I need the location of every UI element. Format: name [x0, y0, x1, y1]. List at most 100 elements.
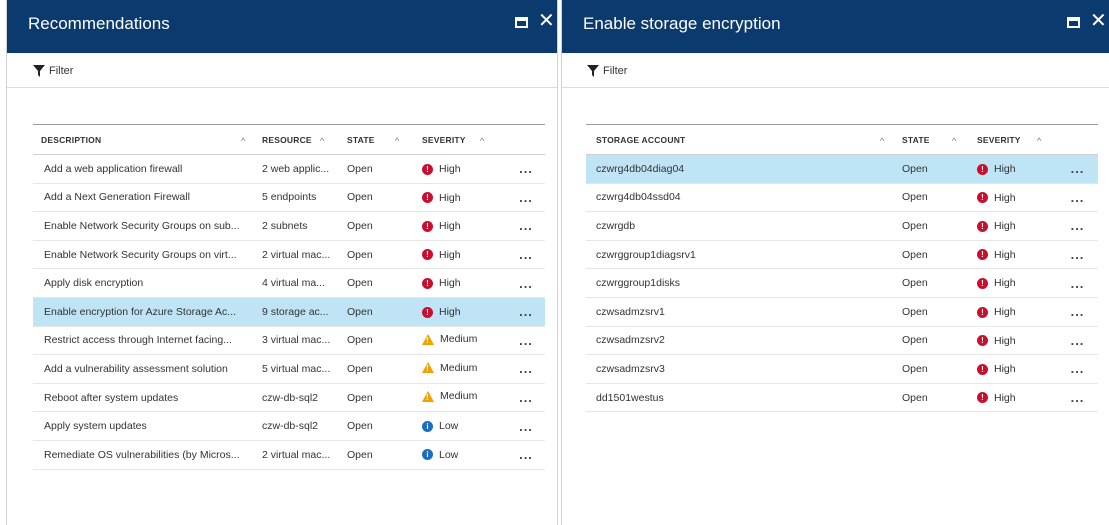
table-row[interactable]: Add a vulnerability assessment solution 5… [33, 355, 545, 384]
recommendations-table: DESCRIPTION ^ RESOURCE ^ STATE ^ SEVERITY ^ … [33, 124, 545, 470]
table-row[interactable]: czwrggroup1disks Open ! High... [586, 269, 1098, 298]
state-cell: Open [902, 277, 928, 290]
sort-icon[interactable]: ^ [241, 136, 245, 146]
more-options-button[interactable]: ... [1057, 297, 1098, 326]
severity-cell: ! High [977, 240, 1057, 269]
sort-icon[interactable]: ^ [480, 136, 484, 146]
account-cell: dd1501westus [596, 391, 664, 404]
severity-cell: Medium [422, 383, 507, 412]
filter-button[interactable]: Filter [33, 62, 73, 80]
account-cell: czwsadmzsrv1 [596, 305, 665, 318]
account-cell: czwsadmzsrv3 [596, 362, 665, 375]
severity-cell: ! High [977, 269, 1057, 298]
table-row[interactable]: czwsadmzsrv2 Open! High... [586, 326, 1098, 355]
more-options-button[interactable]: ... [1057, 326, 1098, 355]
filter-button[interactable]: Filter [587, 62, 627, 80]
table-row[interactable]: Reboot after system updates czw-db-sql2 Op… [33, 383, 545, 412]
description-cell: Reboot after system updates [44, 391, 179, 404]
severity-low-icon: i [422, 449, 433, 461]
severity-cell: ! High [977, 383, 1057, 412]
severity-label: High [994, 363, 1016, 376]
maximize-icon[interactable] [1067, 17, 1080, 28]
more-options-button[interactable]: ... [1057, 183, 1098, 212]
maximize-icon[interactable] [515, 17, 528, 28]
state-cell: Open [347, 162, 373, 175]
table-row[interactable]: czwsadmzsrv3 Open! High... [586, 355, 1098, 384]
table-row[interactable]: czwrg4db04ssd04 Open! High... [586, 183, 1098, 212]
column-header-storage-account[interactable]: STORAGE ACCOUNT ^ [586, 125, 902, 155]
sort-icon[interactable]: ^ [320, 136, 324, 146]
column-header-state[interactable]: STATE ^ [902, 125, 977, 155]
table-row[interactable]: Enable encryption for Azure Storage Ac..… [33, 297, 545, 327]
more-options-button[interactable]: ... [1057, 155, 1098, 184]
description-cell: Apply disk encryption [44, 277, 144, 290]
sort-icon[interactable]: ^ [395, 136, 399, 146]
more-options-button[interactable]: ... [507, 383, 545, 412]
state-cell: Open [347, 334, 373, 347]
more-options-button[interactable]: ... [1057, 383, 1098, 412]
severity-high-icon: ! [422, 306, 433, 318]
more-options-button[interactable]: ... [507, 297, 545, 326]
close-icon[interactable]: ✕ [538, 11, 555, 31]
table-row[interactable]: Enable Network Security Groups on virt..… [33, 240, 545, 269]
state-cell: Open [902, 391, 928, 404]
more-options-button[interactable]: ... [507, 355, 545, 384]
close-icon[interactable]: ✕ [1090, 11, 1107, 31]
severity-cell: ! High [422, 155, 507, 184]
table-row[interactable]: Add a web application firewall 2 web appl… [33, 155, 545, 184]
table-row[interactable]: Remediate OS vulnerabilities (by Micros.… [33, 440, 545, 470]
more-options-button[interactable]: ... [507, 440, 545, 469]
filter-label: Filter [603, 65, 628, 77]
severity-medium-icon [422, 390, 434, 403]
more-options-button[interactable]: ... [1057, 355, 1098, 384]
more-options-button[interactable]: ... [507, 269, 545, 298]
more-options-button[interactable]: ... [1057, 269, 1098, 298]
more-options-button[interactable]: ... [507, 183, 545, 212]
resource-cell: 2 web applic... [262, 162, 330, 175]
description-cell: Restrict access through Internet facing.… [44, 334, 232, 347]
more-options-button[interactable]: ... [1057, 212, 1098, 241]
more-options-button[interactable]: ... [507, 240, 545, 269]
sort-icon[interactable]: ^ [1037, 136, 1041, 146]
table-row[interactable]: czwrg4db04diag04 Open! High... [586, 154, 1098, 184]
severity-cell: ! High [422, 183, 507, 212]
severity-cell: ! High [977, 326, 1057, 355]
column-header-state[interactable]: STATE ^ [347, 125, 422, 155]
severity-label: High [994, 220, 1016, 233]
table-row[interactable]: Apply disk encryption 4 virtual ma... Open… [33, 269, 545, 298]
table-row[interactable]: Add a Next Generation Firewall 5 endpoint… [33, 183, 545, 212]
table-row[interactable]: czwrggroup1diagsrv1 Open! High... [586, 240, 1098, 269]
more-options-button[interactable]: ... [507, 326, 545, 355]
column-header-severity[interactable]: SEVERITY ^ [422, 125, 507, 155]
column-header-severity[interactable]: SEVERITY ^ [977, 125, 1057, 155]
more-options-button[interactable]: ... [507, 412, 545, 441]
table-row[interactable]: czwsadmzsrv1 Open! High... [586, 297, 1098, 327]
account-cell: czwrggroup1disks [596, 277, 681, 290]
severity-cell: i Low [422, 440, 507, 469]
resource-cell: 2 virtual mac... [262, 248, 331, 261]
table-row[interactable]: dd1501westus Open ! High... [586, 383, 1098, 412]
severity-high-icon: ! [977, 249, 988, 261]
blade-header: Recommendations ✕ [7, 0, 557, 53]
table-row[interactable]: czwrgdb Open! High... [586, 212, 1098, 241]
table-row[interactable]: Enable Network Security Groups on sub...… [33, 212, 545, 241]
more-options-button[interactable]: ... [507, 212, 545, 241]
description-cell: Enable Network Security Groups on sub... [44, 219, 240, 232]
column-header-resource[interactable]: RESOURCE ^ [262, 125, 347, 155]
column-header-description[interactable]: DESCRIPTION ^ [33, 125, 262, 155]
resource-cell: 5 endpoints [262, 191, 317, 204]
header-divider [7, 87, 558, 88]
severity-high-icon: ! [977, 392, 988, 404]
state-cell: Open [902, 305, 928, 318]
severity-cell: ! High [422, 212, 507, 241]
table-row[interactable]: Restrict access through Internet facing.… [33, 326, 545, 355]
header-divider [562, 87, 1109, 88]
filter-label: Filter [49, 65, 74, 77]
state-cell: Open [347, 362, 373, 375]
more-options-button[interactable]: ... [507, 155, 545, 184]
table-row[interactable]: Apply system updates czw-db-sql2 Open i Low.… [33, 412, 545, 441]
sort-icon[interactable]: ^ [880, 136, 884, 146]
sort-icon[interactable]: ^ [952, 136, 956, 146]
severity-high-icon: ! [977, 306, 988, 318]
more-options-button[interactable]: ... [1057, 240, 1098, 269]
